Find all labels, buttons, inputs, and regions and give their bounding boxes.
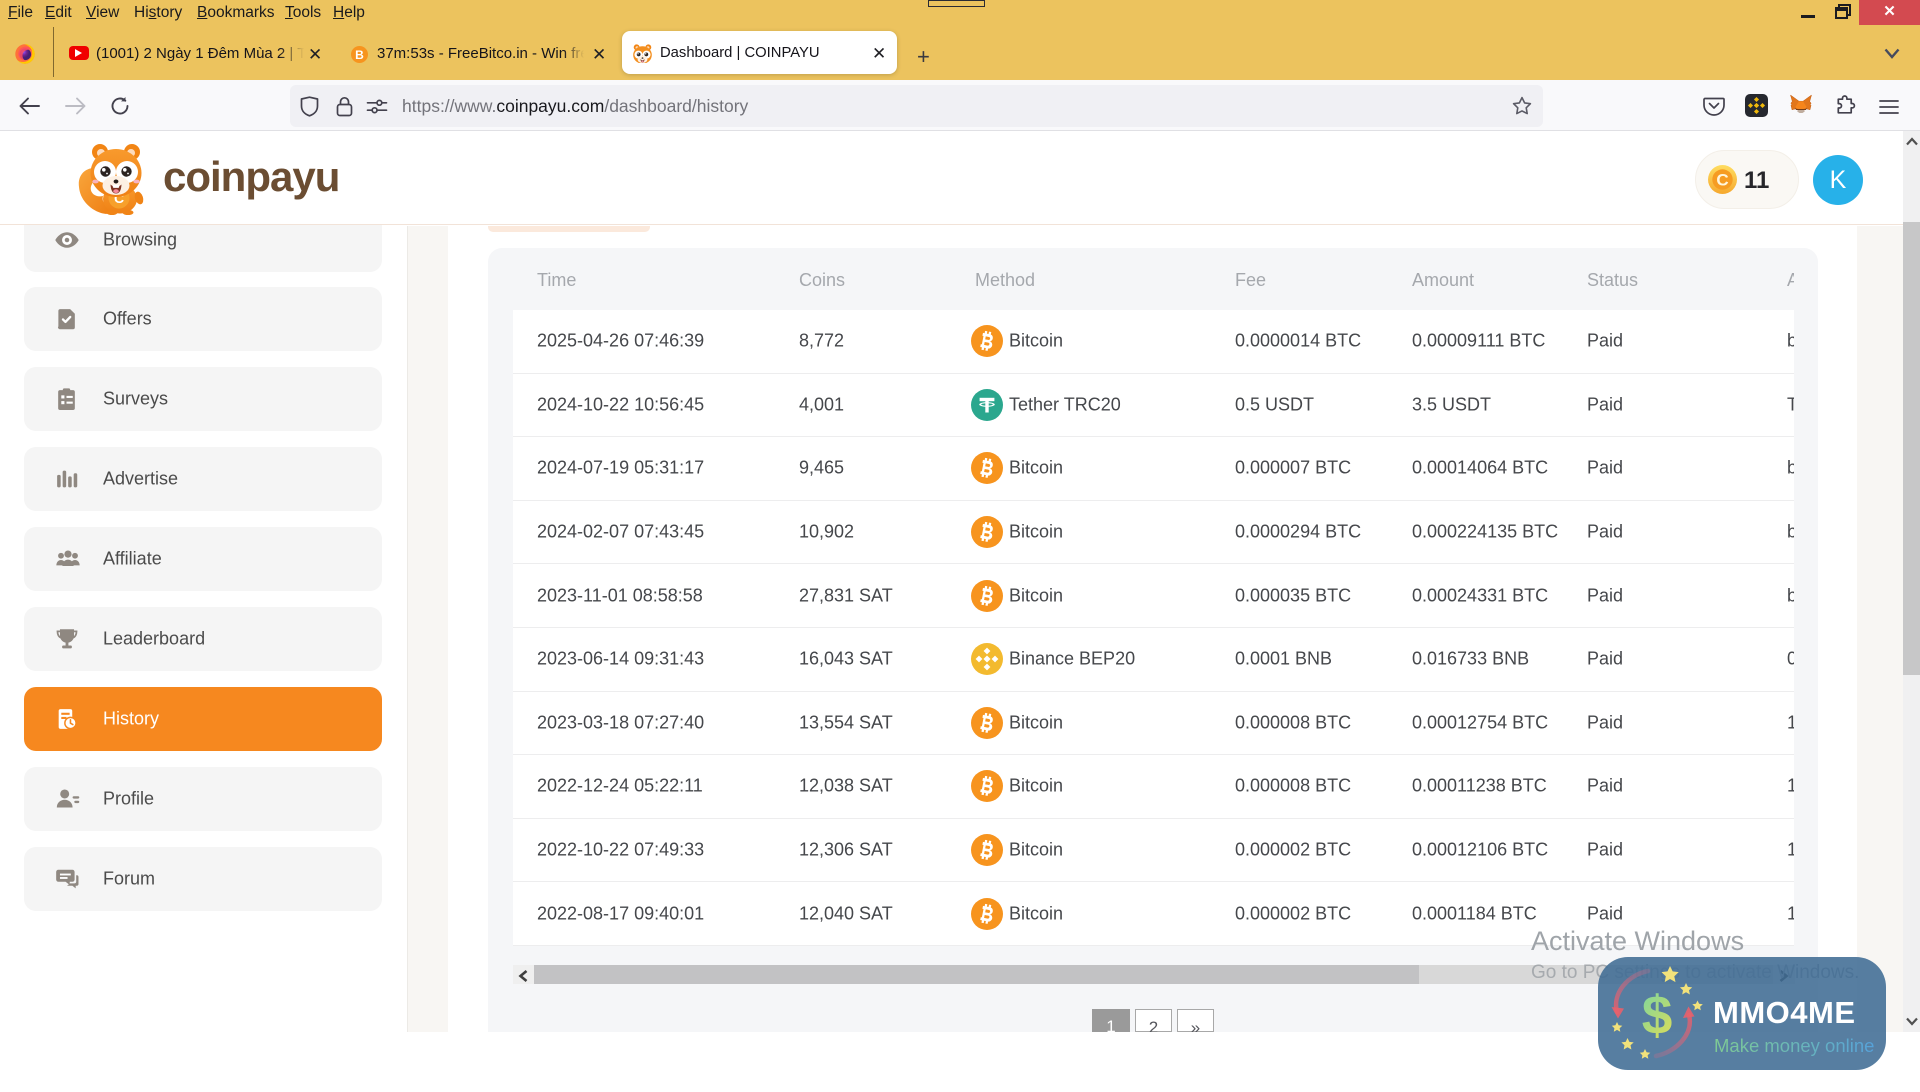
svg-text:B: B: [355, 48, 364, 62]
svg-text:$: $: [1642, 984, 1673, 1046]
svg-text:C: C: [1716, 171, 1728, 190]
